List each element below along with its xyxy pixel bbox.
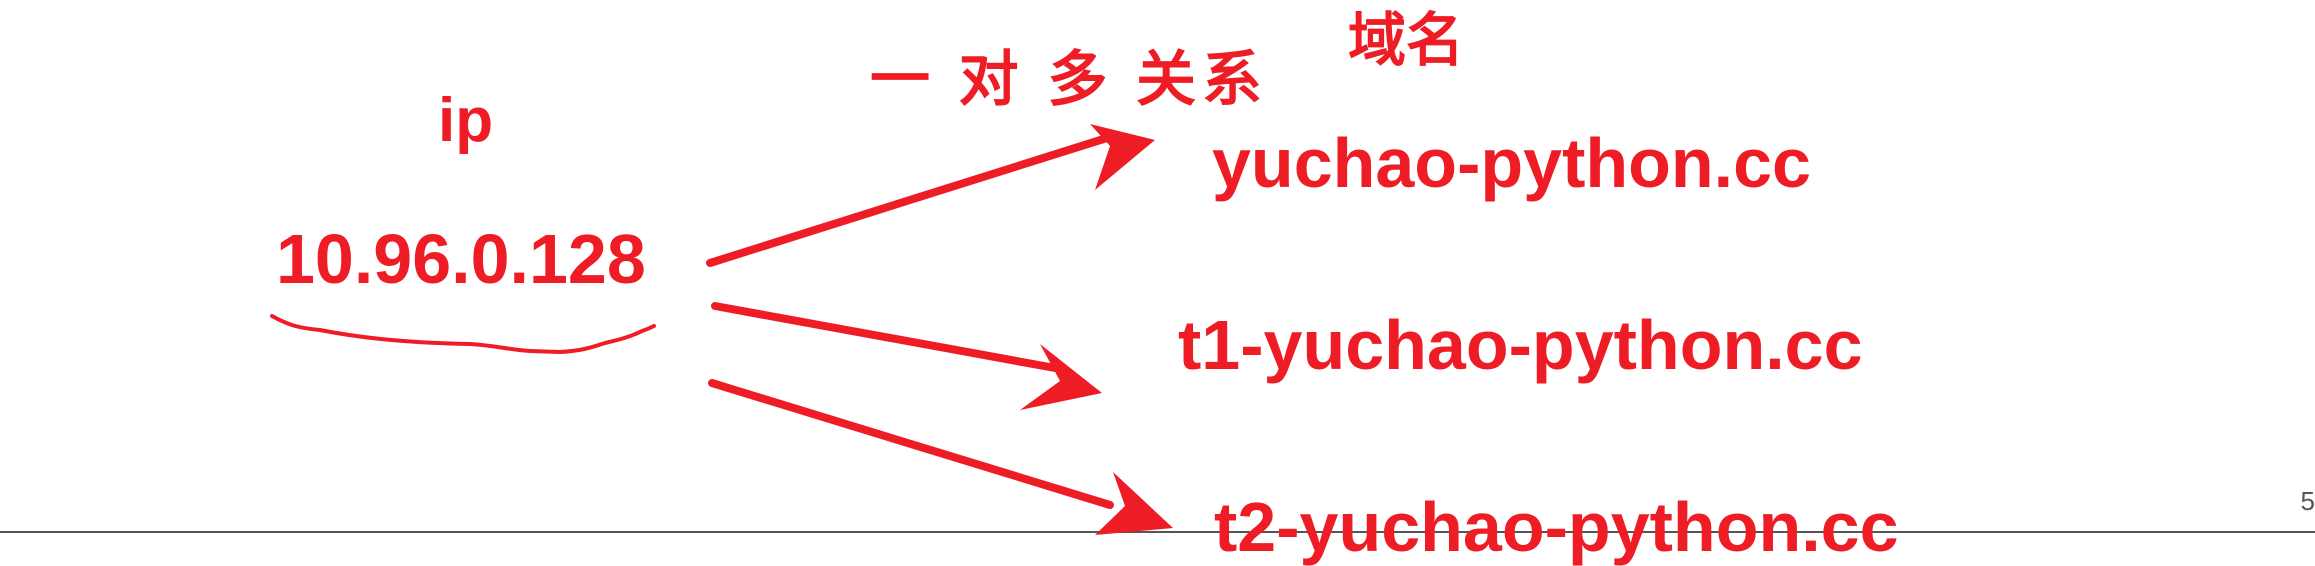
arrow-to-domain-1 [706, 124, 1155, 267]
slide: ip 10.96.0.128 一 对 多 关系 域名 yuchao-python… [0, 0, 2315, 563]
ip-underline [270, 314, 656, 355]
ip-label: ip [438, 86, 494, 155]
arrow-to-domain-3 [708, 379, 1173, 535]
domain-item: t1-yuchao-python.cc [1178, 306, 1863, 384]
page-number: 5 [2300, 486, 2315, 516]
domain-item: yuchao-python.cc [1212, 124, 1811, 202]
arrow-to-domain-2 [711, 302, 1102, 410]
domain-item: t2-yuchao-python.cc [1214, 488, 1899, 566]
ip-address: 10.96.0.128 [276, 220, 646, 298]
domain-label: 域名 [1348, 8, 1465, 73]
relation-label: 一 对 多 关系 [870, 46, 1269, 113]
